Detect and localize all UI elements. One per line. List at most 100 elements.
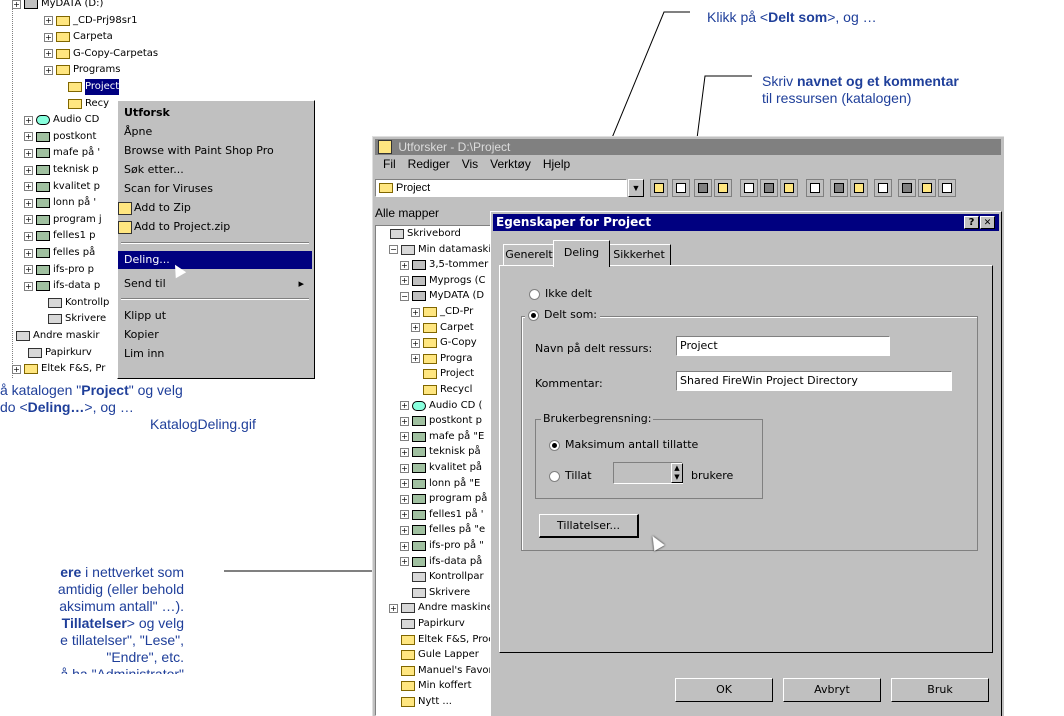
- delete-icon[interactable]: [806, 179, 824, 197]
- expand-icon[interactable]: +: [400, 260, 409, 270]
- expand-icon[interactable]: +: [400, 447, 409, 457]
- tree-item[interactable]: + lonn på "E: [400, 476, 480, 492]
- details-icon[interactable]: [918, 179, 936, 197]
- radio-max-allowed[interactable]: Maksimum antall tillatte: [549, 438, 698, 451]
- network-drive-icon: [412, 416, 426, 427]
- tree-item-label: lonn på "E: [429, 477, 481, 489]
- tree-item[interactable]: + mafe på "E: [400, 429, 484, 445]
- up-folder-icon[interactable]: [650, 179, 668, 197]
- list-icon[interactable]: [898, 179, 916, 197]
- expand-icon[interactable]: +: [400, 432, 409, 442]
- expand-icon[interactable]: +: [400, 541, 409, 551]
- tab-sharing[interactable]: Deling: [553, 240, 610, 267]
- tree-item[interactable]: +Skrivebord: [378, 226, 461, 242]
- cancel-button[interactable]: Avbryt: [783, 678, 881, 702]
- expand-icon[interactable]: +: [411, 354, 420, 364]
- folder-icon: [423, 353, 437, 364]
- tree-item[interactable]: +Gule Lapper: [389, 647, 479, 663]
- expand-icon[interactable]: +: [389, 603, 398, 613]
- tree-item[interactable]: + Myprogs (C: [400, 273, 486, 289]
- tree-item[interactable]: + Audio CD (: [400, 398, 482, 414]
- menu-2[interactable]: Vis: [462, 157, 478, 171]
- expand-icon[interactable]: +: [400, 416, 409, 426]
- tree-item-label: program på: [429, 493, 488, 505]
- tree-item[interactable]: − Min datamaskin: [389, 242, 492, 258]
- tab-general[interactable]: Generelt: [503, 244, 555, 265]
- tree-item[interactable]: + kvalitet på: [400, 460, 482, 476]
- expand-icon[interactable]: +: [400, 479, 409, 489]
- tree-item[interactable]: + program på: [400, 491, 487, 507]
- extra-icon[interactable]: [938, 179, 956, 197]
- tree-item[interactable]: +Min koffert: [389, 678, 472, 694]
- radio-shared-as[interactable]: Delt som:: [525, 308, 600, 321]
- apply-button[interactable]: Bruk: [891, 678, 989, 702]
- tree-item[interactable]: +Project: [411, 366, 474, 382]
- tree-item[interactable]: + Andre maskine: [389, 600, 492, 616]
- menu-4[interactable]: Hjelp: [543, 157, 570, 171]
- radio-allow[interactable]: Tillat: [549, 469, 592, 482]
- expand-icon[interactable]: +: [411, 323, 420, 333]
- expand-icon[interactable]: +: [411, 338, 420, 348]
- tree-item[interactable]: − MyDATA (D: [400, 288, 484, 304]
- stepper-buttons[interactable]: ▲ ▼: [671, 463, 683, 483]
- tree-item[interactable]: + G-Copy: [411, 335, 477, 351]
- expand-icon[interactable]: +: [400, 494, 409, 504]
- help-button[interactable]: ?: [964, 216, 979, 229]
- tree-item[interactable]: + _CD-Pr: [411, 304, 473, 320]
- expand-icon[interactable]: +: [400, 557, 409, 567]
- expand-icon[interactable]: −: [389, 245, 398, 255]
- menu-0[interactable]: Fil: [383, 157, 396, 171]
- comment-input[interactable]: Shared FireWin Project Directory: [676, 371, 952, 391]
- cd-icon: [412, 400, 426, 411]
- chevron-down-icon: ▼: [631, 183, 641, 193]
- ok-button[interactable]: OK: [675, 678, 773, 702]
- tree-item[interactable]: +Recycl: [411, 382, 472, 398]
- tree-item[interactable]: + Progra: [411, 351, 472, 367]
- expand-icon[interactable]: +: [411, 307, 420, 317]
- tree-item[interactable]: +Skrivere: [400, 585, 470, 601]
- expand-icon[interactable]: −: [400, 291, 409, 301]
- permissions-button[interactable]: Tillatelser...: [539, 514, 639, 538]
- undo-icon[interactable]: [780, 179, 798, 197]
- copy-icon[interactable]: [740, 179, 758, 197]
- tree-item[interactable]: +Papirkurv: [389, 616, 465, 632]
- paste-icon[interactable]: [760, 179, 778, 197]
- properties-icon[interactable]: [830, 179, 848, 197]
- explorer-app-icon: [378, 140, 392, 154]
- share-name-input[interactable]: Project: [676, 336, 890, 356]
- large-icons-icon[interactable]: [850, 179, 868, 197]
- folder-icon: [423, 322, 437, 333]
- expand-icon[interactable]: +: [400, 401, 409, 411]
- tree-item[interactable]: + Carpet: [411, 320, 474, 336]
- radio-not-shared[interactable]: Ikke delt: [529, 287, 592, 300]
- map-drive-icon[interactable]: [672, 179, 690, 197]
- tree-item[interactable]: + teknisk på: [400, 444, 481, 460]
- address-combo[interactable]: Project: [375, 179, 627, 197]
- tree-item[interactable]: +Nytt ...: [389, 694, 452, 710]
- menu-1[interactable]: Rediger: [408, 157, 450, 171]
- tree-item[interactable]: + ifs-pro på ": [400, 538, 484, 554]
- drive-icon: [412, 260, 426, 271]
- disconnect-icon[interactable]: [694, 179, 712, 197]
- tree-item[interactable]: +Manuel's Favor: [389, 663, 493, 679]
- tree-item[interactable]: +Eltek F&S, Proc: [389, 632, 492, 648]
- tree-item[interactable]: +Kontrollpar: [400, 569, 484, 585]
- small-icons-icon[interactable]: [874, 179, 892, 197]
- properties-dialog: Egenskaper for Project ? ✕ Generelt Deli…: [490, 211, 1002, 716]
- close-button[interactable]: ✕: [980, 216, 995, 229]
- tree-item[interactable]: + felles på "e: [400, 522, 485, 538]
- expand-icon[interactable]: +: [400, 510, 409, 520]
- menu-3[interactable]: Verktøy: [490, 157, 531, 171]
- expand-icon[interactable]: +: [400, 525, 409, 535]
- expand-icon[interactable]: +: [400, 463, 409, 473]
- address-dropdown-button[interactable]: ▼: [628, 179, 644, 197]
- tree-item-label: Manuel's Favor: [418, 664, 493, 676]
- expand-icon[interactable]: +: [400, 276, 409, 286]
- folder-icon: [401, 681, 415, 692]
- tab-security[interactable]: Sikkerhet: [608, 244, 671, 265]
- cut-icon[interactable]: [714, 179, 732, 197]
- tree-item[interactable]: + felles1 på ': [400, 507, 484, 523]
- tree-item[interactable]: + postkont p: [400, 413, 482, 429]
- tree-item[interactable]: + ifs-data på: [400, 554, 482, 570]
- tree-item[interactable]: +3,5-tommer: [400, 257, 488, 273]
